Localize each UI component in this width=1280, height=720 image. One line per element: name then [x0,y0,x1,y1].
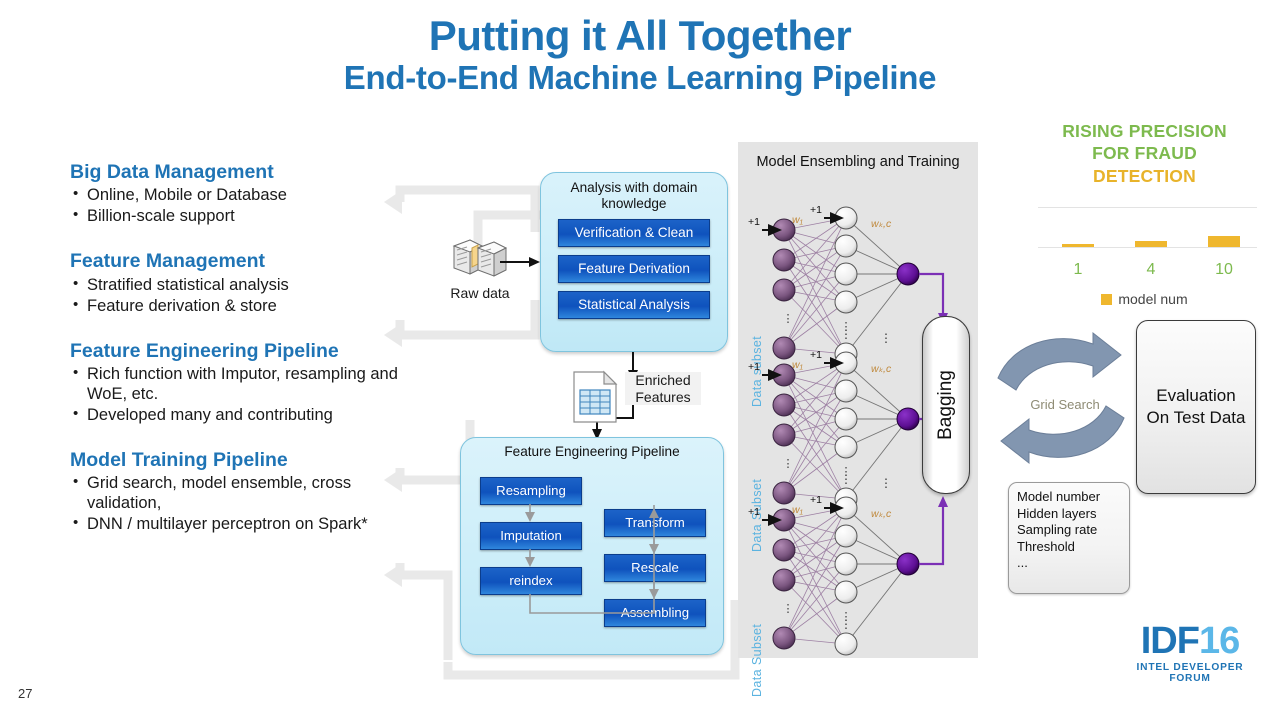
evaluation-line-1: Evaluation [1156,385,1236,405]
title-line-2: End-to-End Machine Learning Pipeline [343,59,937,97]
svg-text:⋮: ⋮ [840,472,852,486]
analysis-box-title: Analysis with domain knowledge [570,180,698,211]
bullet-item: Developed many and contributing [70,405,400,426]
chart-x-tick-labels: 1 4 10 [1022,261,1267,285]
statistical-analysis-button[interactable]: Statistical Analysis [558,291,710,320]
raw-data-label: Raw data [450,285,510,301]
evaluation-line-2: On Test Data [1146,408,1246,427]
chart-title-line-2: FOR FRAUD [1092,143,1197,164]
bullet-item: Online, Mobile or Database [70,185,400,206]
chart-plot-area [1022,201,1267,261]
chart-bar-1 [1062,244,1094,248]
bullet-item: Stratified statistical analysis [70,275,400,296]
slide-canvas: Putting it All Together End-to-End Machi… [0,0,1280,720]
bullet-item: Grid search, model ensemble, cross valid… [70,473,400,514]
fe-internal-arrows [525,504,659,614]
document-table-icon [573,370,618,423]
weight-label-w1-c: w₁ [792,504,803,516]
chart-axis-baseline [1038,247,1257,249]
raw-data-node: Raw data [438,236,522,301]
section-bullets: Rich function with Imputor, resampling a… [70,364,400,426]
legend-swatch-icon [1101,293,1113,305]
param-item: ... [1017,555,1028,570]
feature-engineering-pipeline-box: Feature Engineering Pipeline Resampling … [460,437,724,655]
svg-text:⋮: ⋮ [840,617,852,631]
chart-x-tick-3: 10 [1215,261,1233,279]
section-heading: Model Training Pipeline [70,448,288,471]
idf16-logo: IDF16 INTEL DEVELOPER FORUM [1122,622,1258,684]
weight-label-w1-b: w₁ [792,359,803,371]
bagging-node: Bagging [922,316,970,494]
chart-title-line-1: RISING PRECISION [1062,121,1227,141]
param-item: Sampling rate [1017,522,1098,537]
bias-label-1: +1 [748,216,760,228]
section-bullets: Grid search, model ensemble, cross valid… [70,473,400,535]
chart-bar-3 [1208,236,1240,248]
rising-precision-chart: RISING PRECISION FOR FRAUD DETECTION 1 4… [1022,120,1267,307]
bullet-item: Feature derivation & store [70,296,400,317]
grid-search-label: Grid Search [1030,397,1100,412]
param-item: Hidden layers [1017,505,1097,521]
chart-title: RISING PRECISION FOR FRAUD DETECTION [1022,120,1267,187]
weight-label-wkc-a: wₖ,ᴄ [871,218,892,230]
data-subset-label-3: Data Subset [750,623,764,697]
hidden-bias-label-1: +1 [810,204,822,216]
svg-text:⋮: ⋮ [880,476,892,490]
section-bullets: Online, Mobile or Database Billion-scale… [70,185,400,227]
weight-label-wkc-b: wₖ,ᴄ [871,363,892,375]
bullet-item: DNN / multilayer perceptron on Spark* [70,514,400,535]
analysis-with-domain-knowledge-box: Analysis with domain knowledge Verificat… [540,172,728,352]
section-bullets: Stratified statistical analysis Feature … [70,275,400,317]
logo-wordmark: IDF16 [1122,622,1258,660]
param-item: Threshold [1017,538,1075,554]
weight-label-wkc-c: wₖ,ᴄ [871,508,892,520]
section-feature-management: Feature Management Stratified statistica… [70,249,400,316]
section-big-data-management: Big Data Management Online, Mobile or Da… [70,160,400,227]
section-heading: Big Data Management [70,161,274,183]
model-parameters-box: Model number Hidden layers Sampling rate… [1008,482,1130,594]
bagging-label: Bagging [935,370,956,440]
logo-subtitle: INTEL DEVELOPER FORUM [1136,662,1244,684]
chart-gridline-top [1038,207,1257,209]
section-model-training-pipeline: Model Training Pipeline Grid search, mod… [70,448,400,535]
title-line-1: Putting it All Together [428,12,852,59]
logo-16-text: 16 [1198,620,1240,662]
section-feature-engineering-pipeline: Feature Engineering Pipeline Rich functi… [70,339,400,426]
database-stack-icon [452,239,508,277]
verification-and-clean-button[interactable]: Verification & Clean [558,219,710,248]
chart-title-line-3: DETECTION [1093,165,1196,186]
chart-x-tick-1: 1 [1073,261,1083,279]
chart-legend: model num [1022,291,1267,307]
left-text-column: Big Data Management Online, Mobile or Da… [70,160,400,549]
param-item: Model number [1017,489,1101,504]
page-number: 27 [18,686,33,701]
logo-idf-text: IDF [1140,620,1200,662]
enriched-features-label: Enriched Features [625,372,701,406]
bullet-item: Billion-scale support [70,206,400,227]
hidden-bias-label-2: +1 [810,349,822,361]
legend-label-model-num: model num [1118,291,1188,308]
section-heading: Feature Engineering Pipeline [70,339,339,362]
chart-bar-2 [1135,241,1167,248]
bullet-item: Rich function with Imputor, resampling a… [70,364,400,405]
bias-label-3: +1 [748,506,760,518]
svg-text:⋮: ⋮ [840,327,852,341]
section-heading: Feature Management [70,250,266,273]
weight-label-w1-a: w₁ [792,214,803,226]
svg-text:⋮: ⋮ [880,331,892,345]
page-title: Putting it All Together End-to-End Machi… [0,12,1280,98]
evaluation-on-test-data-box: Evaluation On Test Data [1136,320,1256,494]
feature-derivation-button[interactable]: Feature Derivation [558,255,710,284]
bias-label-2: +1 [748,361,760,373]
hidden-bias-label-3: +1 [810,494,822,506]
chart-x-tick-2: 4 [1146,261,1156,279]
